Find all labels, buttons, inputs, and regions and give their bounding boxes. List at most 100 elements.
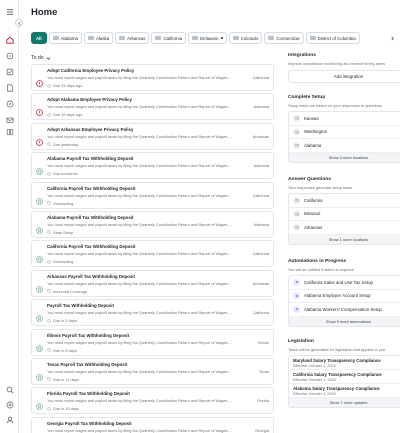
task-title: Alabama Payroll Tax Withholding Deposit <box>47 156 134 162</box>
state-chip-label: Colorado <box>240 35 259 41</box>
clock-icon <box>47 230 51 235</box>
answer-questions-title: Answer Questions <box>288 177 331 182</box>
task-state-label: Arkansas <box>252 280 269 286</box>
add-integration-button[interactable]: Add integration <box>288 70 400 83</box>
compass-icon[interactable] <box>5 99 14 108</box>
progress-circle-icon <box>36 315 43 322</box>
state-chip-arkansas[interactable]: Arkansas <box>115 32 150 44</box>
settings-icon[interactable] <box>5 400 14 409</box>
state-icon <box>293 141 300 149</box>
task-card[interactable]: Florida Payroll Tax Withholding Deposit Y… <box>31 387 274 415</box>
task-description: You must report wages and payroll taxes … <box>47 104 231 110</box>
item-label: California <box>304 197 323 203</box>
task-card[interactable]: Adopt California Employee Privacy Policy… <box>31 64 274 91</box>
book-icon[interactable] <box>5 127 14 136</box>
state-chip-delaware[interactable]: Delaware <box>188 32 227 44</box>
clock-icon <box>47 407 51 411</box>
state-chip-alabama[interactable]: Alabama <box>48 32 82 44</box>
location-icon[interactable] <box>5 51 14 60</box>
state-chip-label: Connecticut <box>276 35 300 41</box>
complete-setup-item[interactable]: Washington <box>289 126 400 139</box>
collapse-sidebar-button[interactable] <box>15 19 23 27</box>
legislation-item[interactable]: California Salary Transparency Complianc… <box>289 370 400 384</box>
chevron-down-icon <box>46 56 51 60</box>
task-due-text: Due tomorrow <box>53 171 78 177</box>
automations-item[interactable]: California Sales and Use Tax Setup <box>289 276 400 290</box>
task-description: You must report wages and payroll taxes … <box>47 368 231 374</box>
task-state-label: Florida <box>257 398 269 404</box>
state-outline-icon <box>295 199 298 202</box>
show-more-button[interactable]: Show 7 more updates <box>289 398 400 407</box>
task-list: Adopt California Employee Privacy Policy… <box>31 64 274 433</box>
search-icon[interactable] <box>5 385 14 394</box>
state-icon <box>293 114 300 122</box>
answer-questions-item[interactable]: California <box>289 194 400 208</box>
task-description: You must report wages and payroll taxes … <box>47 310 231 316</box>
show-more-button[interactable]: Show 3 more locations <box>289 152 400 162</box>
answer-questions-item[interactable]: Arkansas <box>289 221 400 235</box>
task-card[interactable]: California Payroll Tax Withholding Depos… <box>31 181 274 209</box>
task-state-label: Texas <box>258 368 269 374</box>
show-more-button[interactable]: Show 9 more automations <box>289 316 400 326</box>
state-icon <box>293 210 300 218</box>
task-state-label: California <box>252 192 269 198</box>
task-meta: Due in 15 days <box>47 406 79 411</box>
task-meta: Due in 5 days <box>47 318 77 323</box>
legislation-subtitle: Tasks will be generated for legislation … <box>288 347 386 352</box>
menu-icon[interactable] <box>5 7 14 16</box>
task-title: California Payroll Tax Withholding Depos… <box>47 244 136 250</box>
legislation-title: Legislation <box>288 339 314 344</box>
documents-icon[interactable] <box>5 83 14 92</box>
legislation-item[interactable]: Maryland Salary Transparency Compliance E… <box>289 356 400 370</box>
clock-icon <box>47 377 51 382</box>
legislation-item[interactable]: Alabama Salary Transparency Compliance Ef… <box>289 384 400 398</box>
state-chip-label: Arkansas <box>127 35 146 41</box>
state-chip-label: California <box>163 35 183 41</box>
task-card[interactable]: Adopt Arkansas Employee Privacy Policy Yo… <box>31 122 274 150</box>
mail-icon[interactable] <box>5 115 14 124</box>
task-description: You must report wages and payroll taxes … <box>47 133 231 139</box>
automations-item[interactable]: Alabama Workers' Compensation Setup <box>289 303 400 317</box>
task-due-text: Due in 5 days <box>53 318 77 324</box>
task-card[interactable]: Texas Payroll Tax Withholding Deposit You… <box>31 357 274 385</box>
state-outline-icon <box>295 130 298 134</box>
complete-setup-item[interactable]: Alabama <box>289 139 400 153</box>
automations-item[interactable]: Alabama Employer Account Setup <box>289 290 400 303</box>
task-card[interactable]: Alabama Payroll Tax Withholding Deposit Y… <box>31 210 274 238</box>
task-card[interactable]: Illinois Payroll Tax Withholding Deposit… <box>31 328 274 356</box>
state-filter-bar: All Alabama Alaska Arkansas California Delawa… <box>31 32 396 44</box>
home-icon[interactable] <box>5 35 14 44</box>
chip-scroll-right-button[interactable] <box>387 32 397 44</box>
task-state-label: California <box>252 251 269 257</box>
task-card[interactable]: Payroll Tax Withholding Deposit You must … <box>31 299 274 327</box>
show-more-button[interactable]: Show 1 more locations <box>289 234 400 244</box>
pending-status-icon <box>36 192 43 205</box>
item-label: California Sales and Use Tax Setup <box>304 279 373 285</box>
item-label: Kansas <box>304 115 319 121</box>
state-chip-california[interactable]: California <box>151 32 187 44</box>
tasks-icon[interactable] <box>5 67 14 76</box>
progress-circle-icon <box>36 285 43 293</box>
state-chip-all[interactable]: All <box>31 32 47 44</box>
state-chip-district-of-columbia[interactable]: District of Columbia <box>305 32 360 44</box>
todo-dropdown[interactable]: To do <box>31 55 51 61</box>
clock-icon <box>47 318 51 323</box>
task-card[interactable]: Arkansas Payroll Tax Withholding Deposit… <box>31 269 274 297</box>
answer-questions-subtitle: Your responses generate setup tasks <box>288 185 353 190</box>
state-outline-icon <box>295 144 298 147</box>
task-card[interactable]: Alabama Payroll Tax Withholding Deposit Y… <box>31 152 274 180</box>
task-card[interactable]: Adopt Alabama Employee Privacy Policy You… <box>31 93 274 121</box>
task-description: You must report wages and payroll taxes … <box>47 75 231 80</box>
complete-setup-item[interactable]: Kansas <box>289 112 400 126</box>
task-card[interactable]: California Payroll Tax Withholding Depos… <box>31 240 274 268</box>
overdue-alert-icon <box>36 103 43 117</box>
state-chip-colorado[interactable]: Colorado <box>228 32 263 44</box>
task-title: Texas Payroll Tax Withholding Deposit <box>47 361 128 367</box>
state-chip-connecticut[interactable]: Connecticut <box>264 32 304 44</box>
state-chip-alaska[interactable]: Alaska <box>83 32 114 44</box>
user-icon[interactable] <box>5 415 14 424</box>
answer-questions-item[interactable]: Missouri <box>289 208 400 221</box>
item-label: Alabama Employer Account Setup <box>304 293 371 299</box>
pending-status-icon <box>36 339 43 352</box>
task-card[interactable]: Georgia Payroll Tax Withholding Deposit Y… <box>31 416 274 433</box>
